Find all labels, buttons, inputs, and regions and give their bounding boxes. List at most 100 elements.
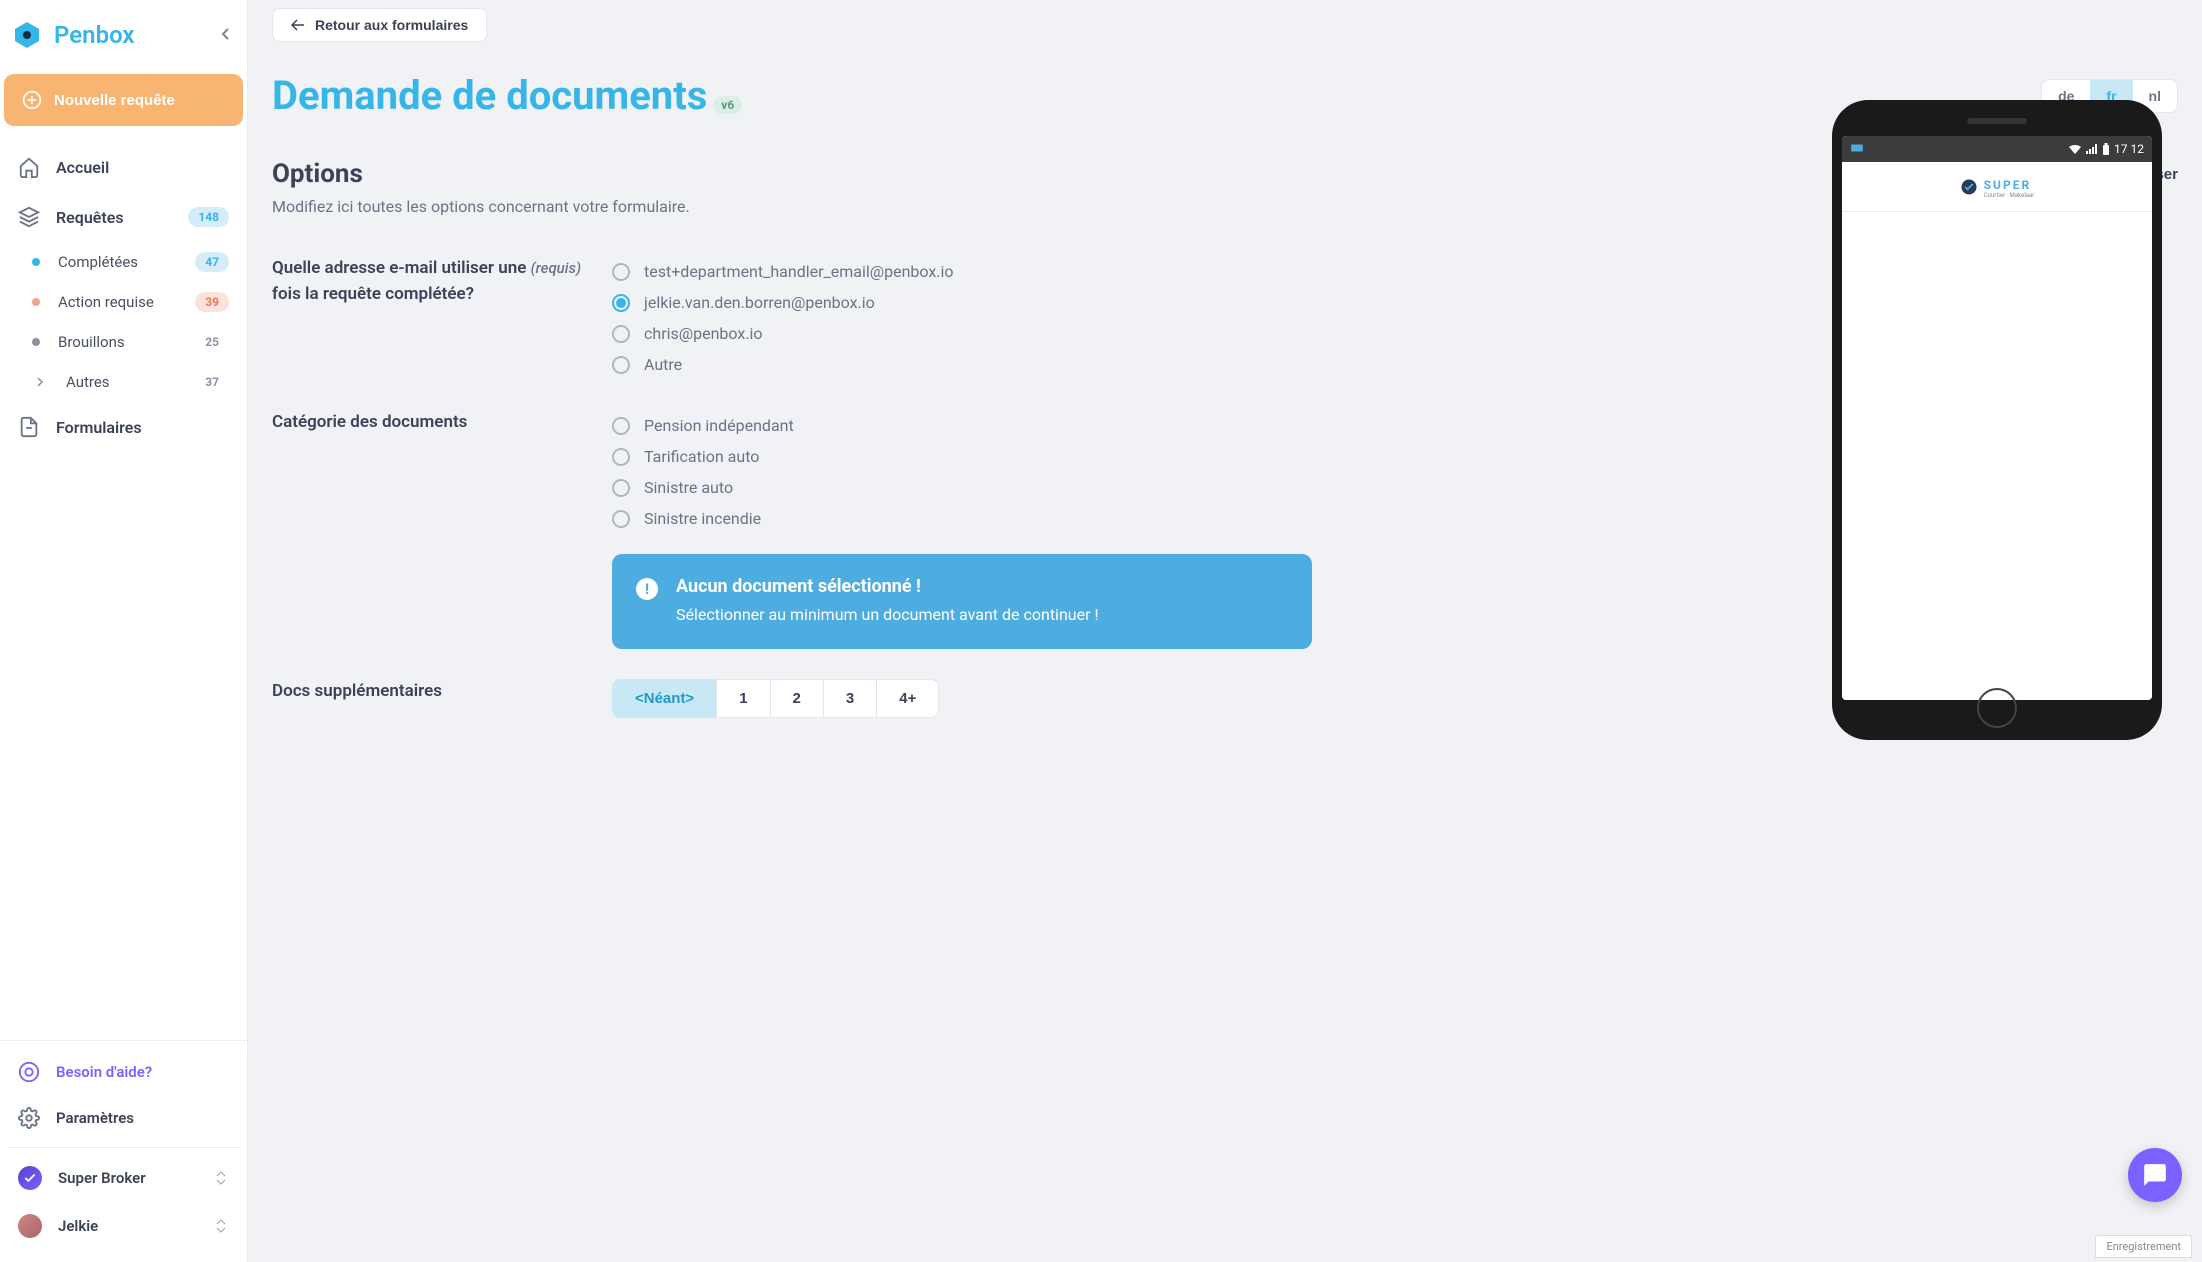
category-question-label: Catégorie des documents xyxy=(272,410,582,649)
nav-others-label: Autres xyxy=(66,373,177,391)
nav-action[interactable]: Action requise 39 xyxy=(8,282,239,322)
broker-label: Super Broker xyxy=(58,1169,146,1187)
sidebar-footer: Besoin d'aide? Paramètres Super Broker J xyxy=(0,1040,247,1262)
category-option-1[interactable]: Tarification auto xyxy=(612,441,1312,472)
category-option-2[interactable]: Sinistre auto xyxy=(612,472,1312,503)
chevron-right-icon xyxy=(32,377,48,387)
collapse-sidebar-button[interactable] xyxy=(221,26,231,45)
alert-icon: ! xyxy=(636,578,658,600)
docs-supp-segmented: <Néant> 1 2 3 4+ xyxy=(612,679,1312,718)
category-option-2-label: Sinistre auto xyxy=(644,478,733,497)
settings-label: Paramètres xyxy=(56,1109,134,1127)
nav-completed[interactable]: Complétées 47 xyxy=(8,242,239,282)
email-option-2-label: chris@penbox.io xyxy=(644,324,763,343)
updown-icon xyxy=(215,1218,229,1234)
nav-home[interactable]: Accueil xyxy=(8,142,239,192)
nav-others-count: 37 xyxy=(195,372,229,392)
dot-icon xyxy=(32,298,40,306)
user-switcher[interactable]: Jelkie xyxy=(8,1202,239,1250)
docs-supp-options: <Néant> 1 2 3 4+ xyxy=(612,679,1312,718)
alert-text: Sélectionner au minimum un document avan… xyxy=(676,603,1099,627)
phone-brand-icon xyxy=(1960,178,1978,196)
page-title-text: Demande de documents xyxy=(272,72,707,119)
category-option-0[interactable]: Pension indépendant xyxy=(612,410,1312,441)
wifi-icon xyxy=(2068,143,2082,155)
version-pill: v6 xyxy=(713,96,742,114)
radio-icon xyxy=(612,325,630,343)
broker-badge-icon xyxy=(18,1166,42,1190)
phone-speaker xyxy=(1967,118,2027,124)
home-icon xyxy=(18,156,40,178)
back-button[interactable]: Retour aux formulaires xyxy=(272,8,487,42)
nav: Accueil Requêtes 148 Complétées 47 Actio… xyxy=(0,142,247,1040)
email-option-1-label: jelkie.van.den.borren@penbox.io xyxy=(644,293,875,312)
radio-icon xyxy=(612,263,630,281)
phone-body xyxy=(1842,212,2152,700)
help-label: Besoin d'aide? xyxy=(56,1063,152,1081)
new-request-button[interactable]: Nouvelle requête xyxy=(4,74,243,126)
email-option-1[interactable]: jelkie.van.den.borren@penbox.io xyxy=(612,287,1312,318)
logo-row: Penbox xyxy=(0,0,247,70)
user-avatar-icon xyxy=(18,1214,42,1238)
phone-frame: 17 12 SUPER Courtier · Makelaar xyxy=(1832,100,2162,740)
nav-requests[interactable]: Requêtes 148 xyxy=(8,192,239,242)
email-option-3[interactable]: Autre xyxy=(612,349,1312,380)
layers-icon xyxy=(18,206,40,228)
category-option-3-label: Sinistre incendie xyxy=(644,509,761,528)
docs-supp-option-4[interactable]: 4+ xyxy=(876,679,939,718)
email-label-line1: Quelle adresse e-mail utiliser une xyxy=(272,258,526,278)
docs-supp-option-0[interactable]: <Néant> xyxy=(612,679,717,718)
user-label: Jelkie xyxy=(58,1217,98,1235)
docs-supp-row: Docs supplémentaires <Néant> 1 2 3 4+ xyxy=(272,679,1312,718)
phone-brand-sub: Courtier · Makelaar xyxy=(1984,193,2035,199)
alert-title: Aucun document sélectionné ! xyxy=(676,576,1099,597)
sidebar: Penbox Nouvelle requête Accueil Requêtes… xyxy=(0,0,248,1262)
nav-completed-count: 47 xyxy=(195,252,229,272)
options-title: Options xyxy=(272,159,2069,189)
settings-button[interactable]: Paramètres xyxy=(8,1095,239,1141)
radio-icon xyxy=(612,479,630,497)
nav-home-label: Accueil xyxy=(56,158,229,177)
docs-supp-option-3[interactable]: 3 xyxy=(823,679,877,718)
back-label: Retour aux formulaires xyxy=(315,17,468,33)
updown-icon xyxy=(215,1170,229,1186)
phone-home-button xyxy=(1977,688,2017,728)
chat-fab[interactable] xyxy=(2128,1148,2182,1202)
signal-icon xyxy=(2086,144,2098,154)
nav-forms[interactable]: Formulaires xyxy=(8,402,239,452)
no-document-alert: ! Aucun document sélectionné ! Sélection… xyxy=(612,554,1312,649)
phone-statusbar: 17 12 xyxy=(1842,136,2152,162)
category-option-3[interactable]: Sinistre incendie xyxy=(612,503,1312,534)
email-option-2[interactable]: chris@penbox.io xyxy=(612,318,1312,349)
broker-switcher[interactable]: Super Broker xyxy=(8,1154,239,1202)
email-option-3-label: Autre xyxy=(644,355,682,374)
radio-icon xyxy=(612,448,630,466)
phone-time: 17 12 xyxy=(2114,142,2144,156)
arrow-left-icon xyxy=(291,19,305,31)
docs-supp-option-1[interactable]: 1 xyxy=(716,679,770,718)
docs-supp-option-2[interactable]: 2 xyxy=(770,679,824,718)
logo-icon xyxy=(12,20,42,50)
nav-drafts[interactable]: Brouillons 25 xyxy=(8,322,239,362)
phone-app-header: SUPER Courtier · Makelaar xyxy=(1842,162,2152,212)
email-options: test+department_handler_email@penbox.io … xyxy=(612,256,1312,380)
email-required-label: (requis) xyxy=(531,259,581,277)
email-question-row: Quelle adresse e-mail utiliser une (requ… xyxy=(272,256,1312,380)
statusbar-left-icon xyxy=(1850,141,1864,158)
nav-drafts-label: Brouillons xyxy=(58,333,177,351)
brand-name: Penbox xyxy=(54,21,135,49)
category-option-0-label: Pension indépendant xyxy=(644,416,794,435)
page-title: Demande de documents v6 xyxy=(272,72,2029,119)
help-button[interactable]: Besoin d'aide? xyxy=(8,1049,239,1095)
radio-icon xyxy=(612,294,630,312)
phone-brand-name: SUPER xyxy=(1984,178,2031,192)
nav-requests-label: Requêtes xyxy=(56,208,172,227)
nav-completed-label: Complétées xyxy=(58,253,177,271)
dot-icon xyxy=(32,338,40,346)
chat-icon xyxy=(2142,1162,2168,1188)
email-option-0[interactable]: test+department_handler_email@penbox.io xyxy=(612,256,1312,287)
category-option-1-label: Tarification auto xyxy=(644,447,759,466)
new-request-label: Nouvelle requête xyxy=(54,92,175,109)
nav-others[interactable]: Autres 37 xyxy=(8,362,239,402)
nav-requests-count: 148 xyxy=(188,207,229,227)
